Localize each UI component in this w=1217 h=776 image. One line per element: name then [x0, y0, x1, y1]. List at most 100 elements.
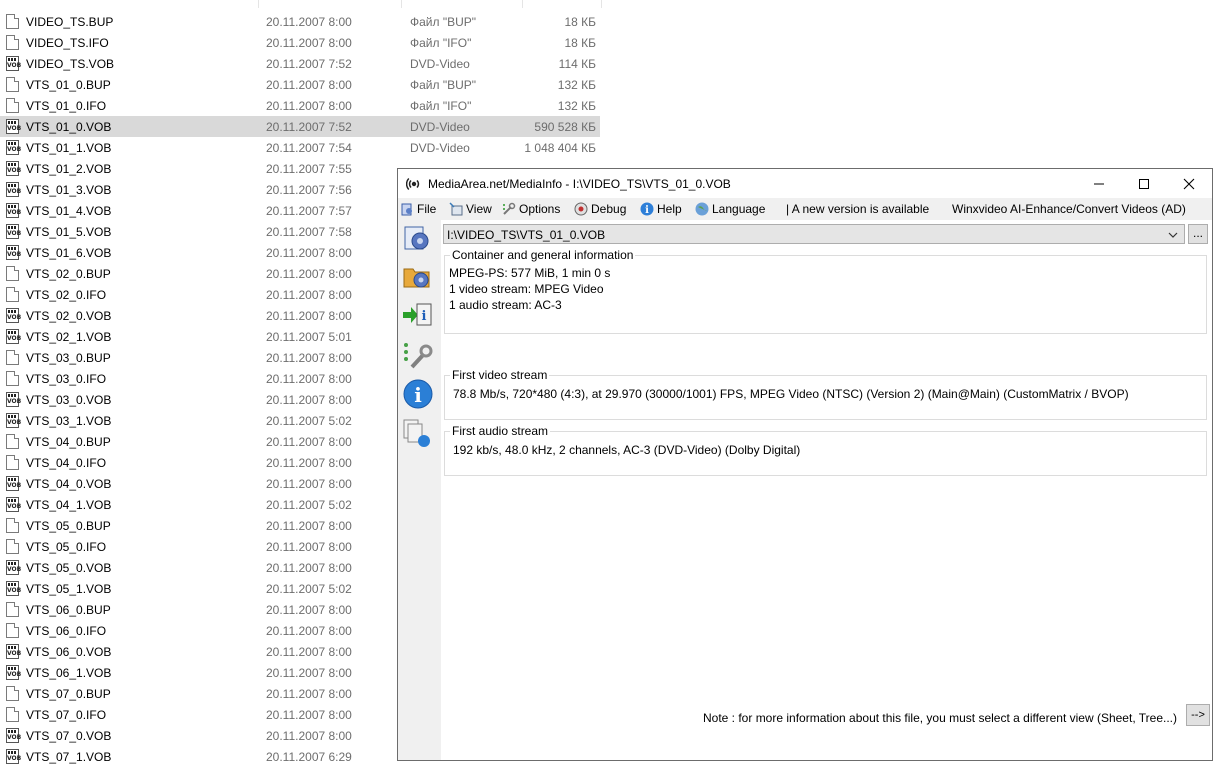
- file-size: 132 КБ: [557, 78, 596, 92]
- audio-stream-line: 192 kb/s, 48.0 kHz, 2 channels, AC-3 (DV…: [453, 443, 801, 457]
- mediainfo-app-icon: [405, 176, 422, 192]
- open-file-button[interactable]: [402, 222, 434, 254]
- preferences-button[interactable]: [402, 340, 434, 372]
- globe-icon: [695, 202, 709, 216]
- file-date: 20.11.2007 5:01: [266, 330, 352, 344]
- file-type: Файл "BUP": [410, 78, 477, 92]
- file-row[interactable]: VIDEO_TS.BUP 20.11.2007 8:00 Файл "BUP" 18 …: [0, 11, 600, 32]
- general-info-title: Container and general information: [450, 248, 636, 262]
- about-button[interactable]: i: [402, 378, 434, 410]
- menu-view[interactable]: View: [449, 201, 492, 217]
- vob-file-icon: [6, 245, 19, 260]
- svg-text:i: i: [645, 205, 649, 216]
- file-name: VTS_07_0.BUP: [26, 687, 111, 701]
- file-type: DVD-Video: [410, 57, 470, 71]
- vob-file-icon: [6, 476, 19, 491]
- file-row[interactable]: VTS_01_1.VOB 20.11.2007 7:54 DVD-Video 1 04…: [0, 137, 600, 158]
- menu-options-label: Options: [519, 202, 561, 216]
- file-row[interactable]: VIDEO_TS.VOB 20.11.2007 7:52 DVD-Video 114 …: [0, 53, 600, 74]
- file-name: VTS_04_0.VOB: [26, 477, 112, 491]
- file-size: 18 КБ: [564, 15, 596, 29]
- vob-file-icon: [6, 182, 19, 197]
- column-separator[interactable]: [522, 0, 523, 8]
- file-icon: [6, 455, 19, 470]
- vob-file-icon: [6, 140, 19, 155]
- minimize-icon: [1094, 183, 1104, 184]
- file-name: VTS_02_0.VOB: [26, 309, 112, 323]
- svg-text:i: i: [422, 309, 427, 324]
- file-size: 18 КБ: [564, 36, 596, 50]
- title-bar[interactable]: MediaArea.net/MediaInfo - I:\VIDEO_TS\VT…: [398, 169, 1212, 198]
- column-separator[interactable]: [601, 0, 602, 8]
- export-button[interactable]: i: [402, 300, 434, 332]
- file-date: 20.11.2007 7:58: [266, 225, 352, 239]
- help-menu-icon: i: [640, 202, 654, 216]
- column-separator[interactable]: [258, 0, 259, 8]
- close-button[interactable]: [1166, 169, 1212, 198]
- files-info-button[interactable]: [402, 418, 434, 450]
- menu-options[interactable]: Options: [502, 201, 560, 217]
- file-select-value: I:\VIDEO_TS\VTS_01_0.VOB: [447, 228, 606, 242]
- more-info-button[interactable]: -->: [1186, 704, 1210, 726]
- file-type: DVD-Video: [410, 120, 470, 134]
- audio-stream-group: First audio stream 192 kb/s, 48.0 kHz, 2…: [444, 424, 1207, 476]
- menu-debug[interactable]: Debug: [574, 201, 626, 217]
- maximize-button[interactable]: [1121, 169, 1167, 198]
- menu-file-label: File: [417, 202, 437, 216]
- files-info-icon: [403, 419, 430, 447]
- minimize-button[interactable]: [1076, 169, 1122, 198]
- file-icon: [6, 707, 19, 722]
- side-toolbar: i i: [398, 220, 440, 760]
- vob-file-icon: [6, 665, 19, 680]
- file-row[interactable]: VTS_01_0.BUP 20.11.2007 8:00 Файл "BUP" 132…: [0, 74, 600, 95]
- open-file-icon: [404, 226, 429, 250]
- browse-button[interactable]: ...: [1188, 224, 1208, 244]
- file-icon: [6, 539, 19, 554]
- file-date: 20.11.2007 8:00: [266, 351, 352, 365]
- menu-help[interactable]: i Help: [640, 201, 682, 217]
- file-row[interactable]: VTS_01_0.IFO 20.11.2007 8:00 Файл "IFO" 132…: [0, 95, 600, 116]
- menu-debug-label: Debug: [591, 202, 627, 216]
- file-date: 20.11.2007 8:00: [266, 393, 352, 407]
- chevron-down-icon: [1168, 229, 1178, 243]
- general-info-line: MPEG-PS: 577 MiB, 1 min 0 s: [449, 266, 611, 280]
- file-date: 20.11.2007 8:00: [266, 708, 352, 722]
- file-date: 20.11.2007 8:00: [266, 456, 352, 470]
- column-separator[interactable]: [401, 0, 402, 8]
- audio-stream-title: First audio stream: [450, 424, 551, 438]
- vob-file-icon: [6, 224, 19, 239]
- menu-ad[interactable]: Winxvideo AI-Enhance/Convert Videos (AD): [952, 201, 1186, 217]
- menu-file[interactable]: File: [400, 201, 436, 217]
- file-date: 20.11.2007 8:00: [266, 36, 352, 50]
- file-icon: [6, 623, 19, 638]
- file-select-dropdown[interactable]: I:\VIDEO_TS\VTS_01_0.VOB: [443, 224, 1185, 244]
- file-date: 20.11.2007 8:00: [266, 309, 352, 323]
- file-name: VTS_05_0.IFO: [26, 540, 107, 554]
- file-name: VTS_01_6.VOB: [26, 246, 112, 260]
- menu-new-version-label: | A new version is available: [786, 202, 930, 216]
- file-menu-icon: [400, 202, 414, 216]
- vob-file-icon: [6, 560, 19, 575]
- vob-file-icon: [6, 329, 19, 344]
- file-row[interactable]: VTS_01_0.VOB 20.11.2007 7:52 DVD-Video 590 …: [0, 116, 600, 137]
- menu-help-label: Help: [657, 202, 682, 216]
- options-menu-icon: [502, 202, 516, 216]
- file-name: VTS_03_1.VOB: [26, 414, 112, 428]
- maximize-icon: [1139, 178, 1149, 189]
- file-name: VTS_06_0.BUP: [26, 603, 111, 617]
- file-date: 20.11.2007 8:00: [266, 666, 352, 680]
- menu-bar: File View Options Debug i Help Language: [398, 198, 1212, 220]
- menu-language[interactable]: Language: [695, 201, 765, 217]
- file-name: VTS_06_0.VOB: [26, 645, 112, 659]
- file-size: 114 КБ: [558, 57, 596, 71]
- file-name: VTS_04_0.BUP: [26, 435, 111, 449]
- file-icon: [6, 350, 19, 365]
- window-title: MediaArea.net/MediaInfo - I:\VIDEO_TS\VT…: [428, 177, 731, 191]
- file-icon: [6, 266, 19, 281]
- file-row[interactable]: VIDEO_TS.IFO 20.11.2007 8:00 Файл "IFO" 18 …: [0, 32, 600, 53]
- file-size: 590 528 КБ: [534, 120, 596, 134]
- file-date: 20.11.2007 8:00: [266, 435, 352, 449]
- file-type: Файл "BUP": [410, 15, 477, 29]
- menu-new-version[interactable]: | A new version is available: [786, 201, 929, 217]
- open-folder-button[interactable]: [402, 260, 434, 292]
